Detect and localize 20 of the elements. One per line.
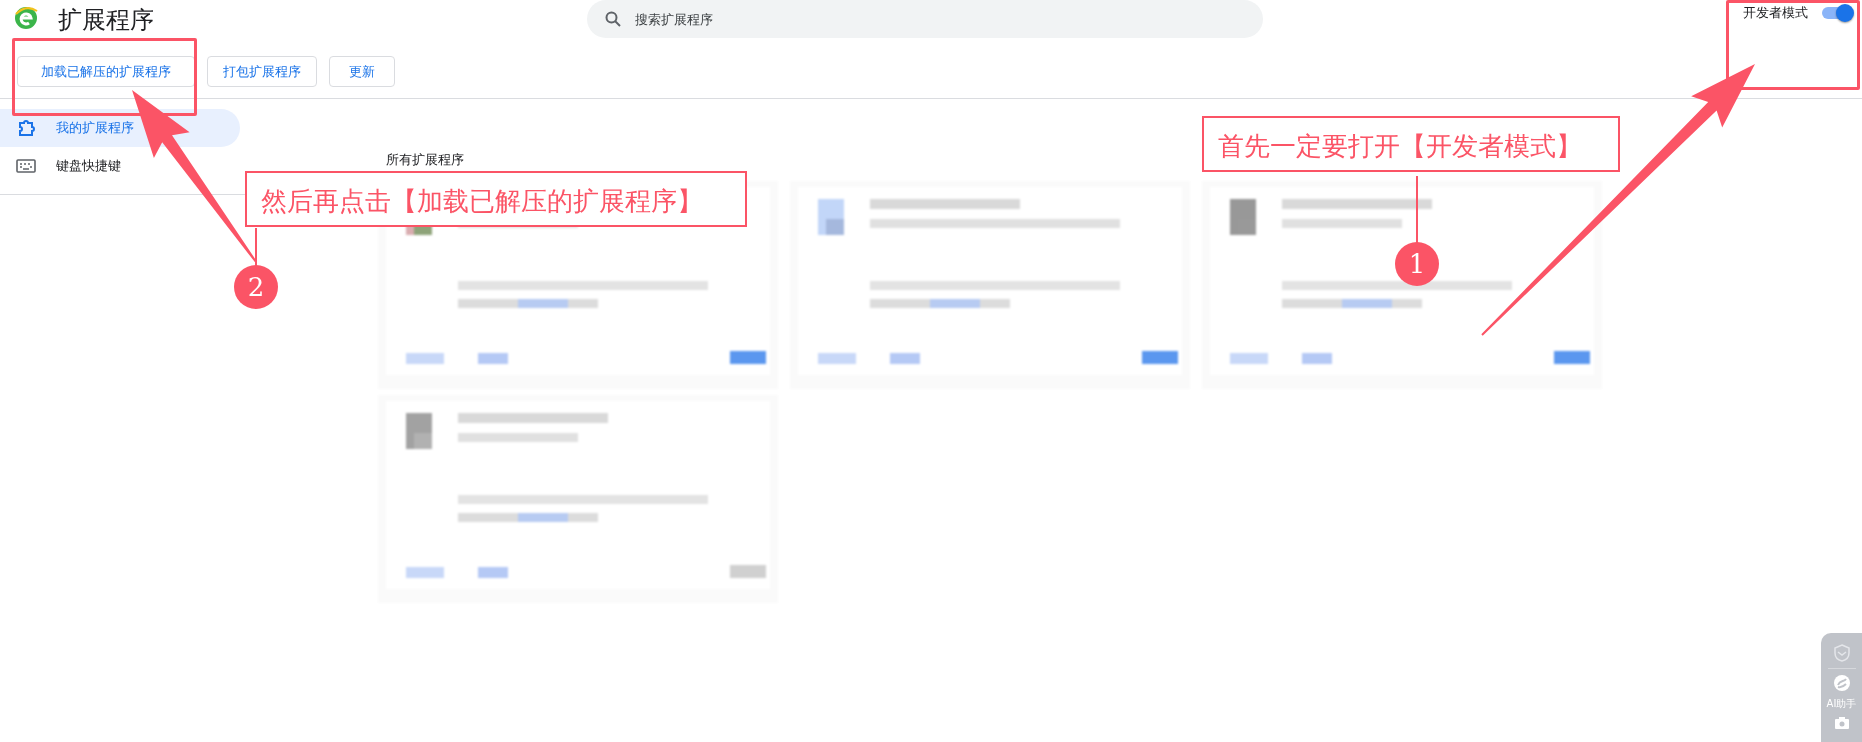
puzzle-icon xyxy=(16,118,36,138)
page-title: 扩展程序 xyxy=(58,5,155,36)
logo-icon xyxy=(14,6,38,30)
sidebar-item[interactable]: 键盘快捷键 xyxy=(0,147,240,185)
camera-icon xyxy=(1833,716,1850,730)
toggle-label: 开发者模式 xyxy=(1743,4,1808,22)
assistant-icon xyxy=(1832,674,1851,692)
section-title: 所有扩展程序 xyxy=(386,151,465,169)
toolbar-button[interactable]: 打包扩展程序 xyxy=(207,56,317,87)
search-field[interactable]: 搜索扩展程序 xyxy=(587,0,1263,38)
keyboard-icon xyxy=(16,156,36,176)
callout-text: 然后再点击【加载已解压的扩展程序】 xyxy=(245,171,747,227)
callout-text: 首先一定要打开【开发者模式】 xyxy=(1202,116,1620,172)
toggle-switch[interactable] xyxy=(1822,7,1852,19)
toolbar-button[interactable]: 更新 xyxy=(329,56,395,87)
step-number: 2 xyxy=(234,265,278,309)
shield-icon xyxy=(1831,643,1852,663)
toolbar-button[interactable]: 加载已解压的扩展程序 xyxy=(17,56,195,87)
leader-line xyxy=(255,227,257,267)
leader-line xyxy=(1416,175,1418,244)
